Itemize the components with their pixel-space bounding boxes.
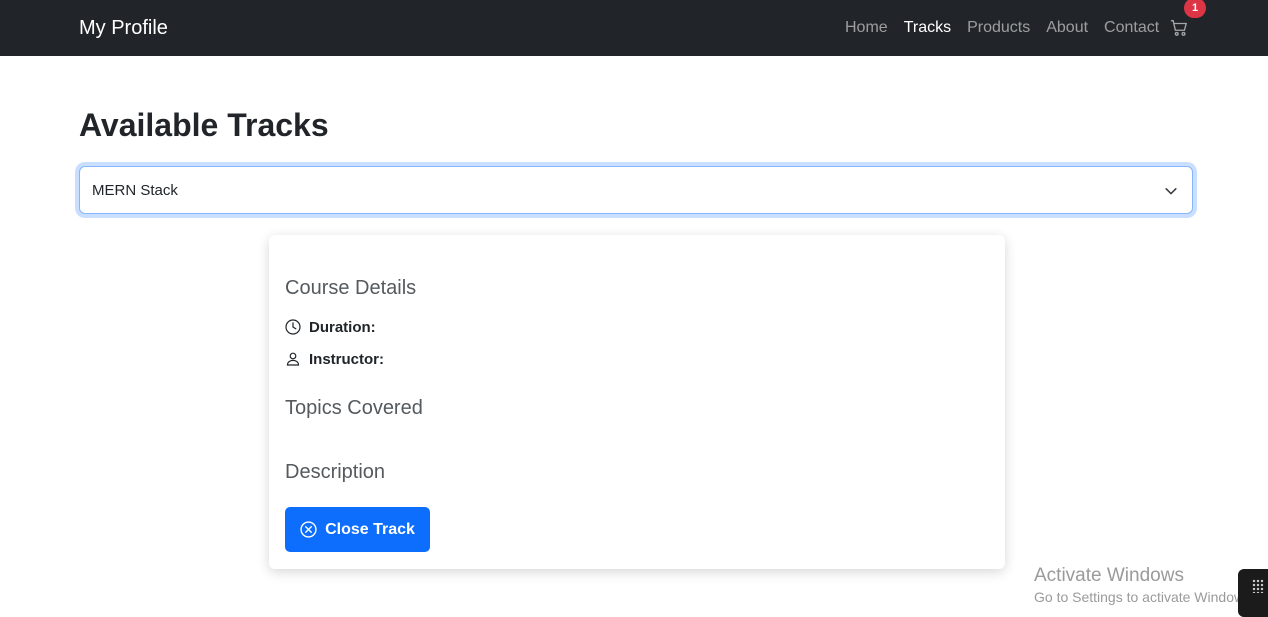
chevron-down-icon: [1165, 188, 1177, 195]
nav-links: Home Tracks Products About Contact: [845, 18, 1175, 38]
x-circle-icon: [300, 521, 317, 538]
clock-icon: [285, 319, 301, 335]
watermark-title: Activate Windows: [1034, 565, 1184, 586]
person-icon: [286, 352, 300, 366]
topics-covered-heading: Topics Covered: [285, 397, 423, 419]
activate-windows-watermark: Activate Windows Go to Settings to activ…: [1034, 565, 1255, 607]
brand-link[interactable]: My Profile: [79, 16, 168, 40]
instructor-row: Instructor:: [285, 349, 384, 369]
nav-link-products[interactable]: Products: [967, 18, 1030, 38]
watermark-subtitle: Go to Settings to activate Windows.: [1034, 589, 1255, 605]
close-track-label: Close Track: [325, 520, 415, 538]
nav-link-home[interactable]: Home: [845, 18, 888, 38]
close-track-button[interactable]: Close Track: [285, 507, 430, 552]
nav-link-about[interactable]: About: [1046, 18, 1088, 38]
widget-dots-icon: [1252, 579, 1264, 593]
description-heading: Description: [285, 461, 386, 483]
top-navbar: My Profile Home Tracks Products About Co…: [0, 0, 1268, 56]
cart-count-badge: 1: [1184, 0, 1206, 18]
corner-app-widget[interactable]: [1238, 569, 1268, 617]
nav-link-contact[interactable]: Contact: [1104, 18, 1159, 38]
track-select-value: MERN Stack: [92, 182, 178, 199]
track-select[interactable]: MERN Stack: [79, 166, 1193, 214]
duration-row: Duration:: [285, 317, 376, 337]
course-details-heading: Course Details: [285, 277, 417, 299]
instructor-label: Instructor:: [309, 350, 384, 368]
duration-label: Duration:: [309, 318, 376, 336]
nav-link-tracks[interactable]: Tracks: [904, 18, 951, 38]
course-card: Course Details Duration: Instructor: Top…: [269, 235, 1005, 569]
cart-icon[interactable]: [1170, 19, 1188, 37]
page-title: Available Tracks: [79, 107, 329, 143]
